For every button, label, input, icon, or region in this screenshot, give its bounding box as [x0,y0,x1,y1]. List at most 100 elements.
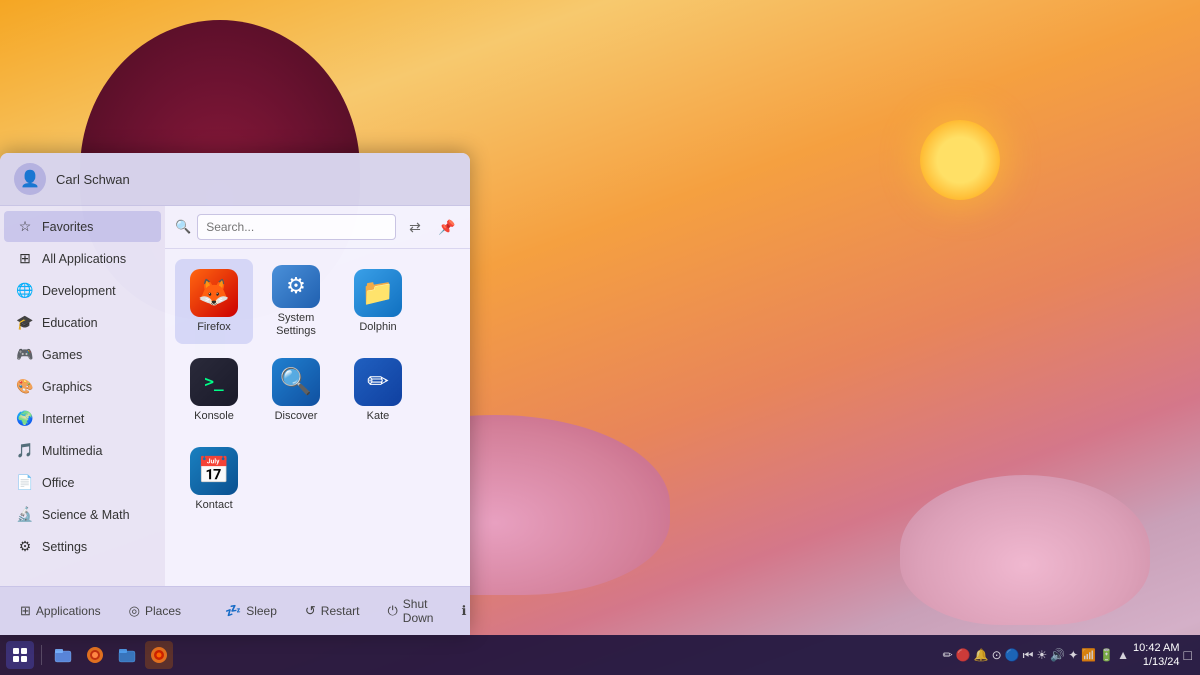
app-discover[interactable]: 🔍 Discover [257,348,335,433]
restart-button[interactable]: ↺ Restart [299,600,366,622]
office-icon: 📄 [16,474,34,491]
more-button[interactable]: ℹ [455,600,470,622]
kontact-icon: 📅 [190,447,238,495]
sidebar-item-settings[interactable]: ⚙ Settings [4,531,161,562]
places-label: Places [145,604,181,618]
restart-icon: ↺ [305,603,316,619]
app-dolphin[interactable]: 📁 Dolphin [339,259,417,344]
all-apps-icon: ⊞ [16,250,34,267]
kate-icon: ✏ [354,358,402,406]
application-menu: 👤 Carl Schwan ☆ Favorites ⊞ All Applicat… [0,153,470,635]
start-button[interactable] [6,641,34,669]
avatar-icon: 👤 [20,169,40,189]
sun-decoration [920,120,1000,200]
sidebar-label-settings: Settings [42,540,87,554]
avatar: 👤 [14,163,46,195]
sidebar-label-office: Office [42,476,74,490]
places-icon: ◎ [129,603,140,619]
tray-icons: ✏ 🔴 🔔 ⊙ 🔵 ⏮ ☀ 🔊 ✦ 📶 🔋 ▲ [943,648,1129,663]
user-header: 👤 Carl Schwan [0,153,470,206]
games-icon: 🎮 [16,346,34,363]
taskbar-browser-button[interactable] [81,641,109,669]
pin-button[interactable]: 📌 [434,214,460,240]
audio-tray-icon[interactable]: 🔴 [956,648,971,662]
taskbar-left [0,641,179,669]
places-button[interactable]: ◎ Places [123,600,187,622]
search-bar: 🔍 ⇄ 📌 [165,206,470,249]
wifi-tray-icon[interactable]: 📶 [1081,648,1096,662]
sidebar-label-education: Education [42,316,98,330]
discover-icon: 🔍 [272,358,320,406]
development-icon: 🌐 [16,282,34,299]
discover-label: Discover [275,410,318,423]
sidebar-label-favorites: Favorites [42,220,93,234]
app-konsole[interactable]: >_ Konsole [175,348,253,433]
expand-tray-icon[interactable]: ▲ [1117,648,1129,662]
shutdown-button[interactable]: ⏻ Shut Down [381,594,439,628]
media-tray-icon[interactable]: ⏮ [1023,648,1034,663]
sidebar-item-multimedia[interactable]: 🎵 Multimedia [4,435,161,466]
sidebar-label-development: Development [42,284,116,298]
menu-body: ☆ Favorites ⊞ All Applications 🌐 Develop… [0,206,470,586]
sidebar-item-development[interactable]: 🌐 Development [4,275,161,306]
more-icon: ℹ [461,603,466,619]
favorites-icon: ☆ [16,218,34,235]
multimedia-icon: 🎵 [16,442,34,459]
firefox-label: Firefox [197,321,231,334]
taskbar-dolphin-button[interactable] [113,641,141,669]
kate-label: Kate [367,410,390,423]
star-tray-icon[interactable]: ✦ [1068,648,1078,662]
screen-tray-icon[interactable]: ⊙ [992,648,1002,662]
clock-time: 10:42 AM [1133,641,1179,655]
cloud-decoration-2 [900,475,1150,625]
sidebar: ☆ Favorites ⊞ All Applications 🌐 Develop… [0,206,165,586]
konsole-icon: >_ [190,358,238,406]
dolphin-icon: 📁 [354,269,402,317]
bell-tray-icon[interactable]: 🔔 [974,648,989,662]
taskbar-firefox-button[interactable] [145,641,173,669]
sidebar-label-games: Games [42,348,82,362]
desktop: 👤 Carl Schwan ☆ Favorites ⊞ All Applicat… [0,0,1200,675]
sidebar-item-internet[interactable]: 🌍 Internet [4,403,161,434]
firefox-icon: 🦊 [190,269,238,317]
taskbar: ✏ 🔴 🔔 ⊙ 🔵 ⏮ ☀ 🔊 ✦ 📶 🔋 ▲ 10:42 AM 1/13/24… [0,635,1200,675]
sleep-icon: 💤 [225,603,241,619]
restart-label: Restart [321,604,360,618]
sidebar-item-education[interactable]: 🎓 Education [4,307,161,338]
app-kontact[interactable]: 📅 Kontact [175,437,253,522]
sidebar-item-all-applications[interactable]: ⊞ All Applications [4,243,161,274]
sidebar-item-office[interactable]: 📄 Office [4,467,161,498]
dolphin-label: Dolphin [359,321,396,334]
sidebar-item-favorites[interactable]: ☆ Favorites [4,211,161,242]
app-firefox[interactable]: 🦊 Firefox [175,259,253,344]
applications-label: Applications [36,604,101,618]
taskbar-files-button[interactable] [49,641,77,669]
search-input[interactable] [197,214,396,240]
bluetooth-tray-icon[interactable]: 🔵 [1005,648,1020,662]
app-grid: 🦊 Firefox ⚙ System Settings 📁 Dolphin >_… [165,249,470,586]
sidebar-item-games[interactable]: 🎮 Games [4,339,161,370]
battery-tray-icon[interactable]: 🔋 [1099,648,1114,662]
system-settings-label: System Settings [261,312,331,338]
volume-tray-icon[interactable]: 🔊 [1050,648,1065,662]
applications-button[interactable]: ⊞ Applications [14,600,107,622]
brightness-tray-icon[interactable]: ☀ [1036,648,1047,662]
sleep-label: Sleep [246,604,277,618]
sidebar-label-multimedia: Multimedia [42,444,102,458]
sidebar-label-graphics: Graphics [42,380,92,394]
filter-button[interactable]: ⇄ [402,214,428,240]
menu-footer: ⊞ Applications ◎ Places 💤 Sleep ↺ Restar… [0,586,470,635]
sidebar-item-science-math[interactable]: 🔬 Science & Math [4,499,161,530]
app-system-settings[interactable]: ⚙ System Settings [257,259,335,344]
app-kate[interactable]: ✏ Kate [339,348,417,433]
sleep-button[interactable]: 💤 Sleep [219,600,283,622]
show-desktop-icon[interactable]: □ [1184,647,1192,663]
user-name: Carl Schwan [56,172,130,187]
pen-tray-icon[interactable]: ✏ [943,648,953,662]
taskbar-clock[interactable]: 10:42 AM 1/13/24 [1133,641,1179,670]
taskbar-right: ✏ 🔴 🔔 ⊙ 🔵 ⏮ ☀ 🔊 ✦ 📶 🔋 ▲ 10:42 AM 1/13/24… [935,641,1200,670]
shutdown-label: Shut Down [403,597,434,625]
content-area: 🔍 ⇄ 📌 🦊 Firefox ⚙ System Settings [165,206,470,586]
konsole-label: Konsole [194,410,234,423]
sidebar-item-graphics[interactable]: 🎨 Graphics [4,371,161,402]
